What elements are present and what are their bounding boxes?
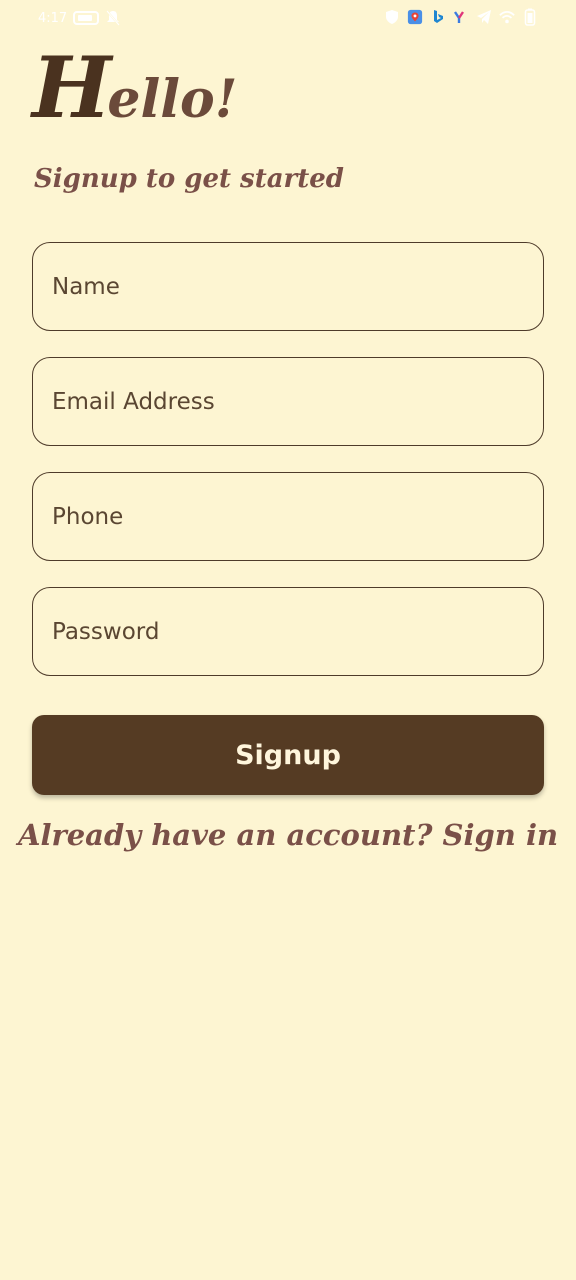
yandex-icon [453,8,469,26]
email-field[interactable] [32,357,544,446]
name-field[interactable] [32,242,544,331]
clock: 4:17 [38,10,68,26]
page-subtitle: Signup to get started [34,164,344,194]
telegram-icon [476,8,492,26]
bing-icon [430,8,446,26]
signin-link[interactable]: Already have an account? Sign in [0,818,576,852]
status-bar: 4:17 [0,0,576,36]
battery-level-icon [522,8,538,26]
email-input[interactable] [52,388,543,415]
hello-first-letter: H [32,38,112,137]
shield-icon [384,8,400,26]
password-input[interactable] [52,618,543,645]
notifications-off-icon [105,9,121,27]
phone-field[interactable] [32,472,544,561]
hello-rest: ello! [107,69,238,130]
status-right [384,8,538,26]
name-input[interactable] [52,273,543,300]
maps-icon [407,8,423,26]
wifi-icon [499,8,515,26]
phone-input[interactable] [52,503,543,530]
battery-icon [73,11,100,25]
password-field[interactable] [32,587,544,676]
status-left: 4:17 [38,9,121,27]
signup-button[interactable]: Signup [32,715,544,795]
hello-heading: Hello! [32,46,237,130]
